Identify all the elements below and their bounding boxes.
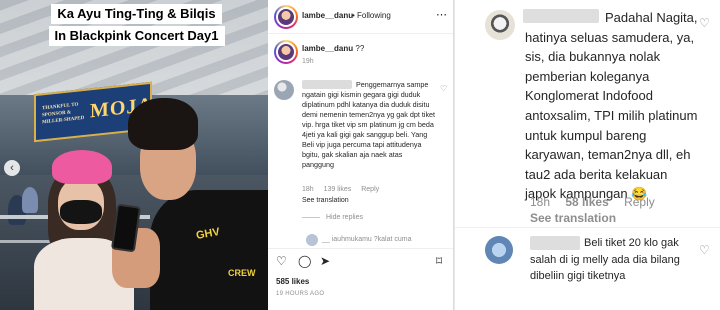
hide-replies-label: Hide replies: [326, 214, 363, 221]
comment-text: Penggemarnya sampe ngatain gigi kismin g…: [302, 80, 436, 169]
shirt-text: CREW: [228, 268, 256, 278]
post-username[interactable]: lambe__danu: [302, 11, 353, 20]
likes-count[interactable]: 585 likes: [276, 277, 309, 286]
avatar[interactable]: [274, 5, 298, 29]
person-hair: [128, 98, 198, 150]
divider: [455, 227, 720, 228]
zoom-comment-time: 18h: [530, 195, 551, 209]
hide-replies-button[interactable]: Hide replies: [302, 214, 363, 221]
post-time-ago: 19 HOURS AGO: [276, 291, 325, 297]
caption-time: 19h: [302, 58, 314, 65]
caption-text: ??: [355, 44, 365, 53]
zoom-comment-text: Padahal Nagita, hatinya seluas samudera,…: [525, 10, 698, 202]
comments-pane: lambe__danu • Following ⋯ lambe__danu ??…: [268, 0, 454, 310]
heart-icon[interactable]: ♡: [440, 84, 447, 93]
commenter-avatar[interactable]: [485, 10, 515, 40]
caption: lambe__danu ??: [302, 44, 364, 53]
post-actions: ♡ ◯ ➤ ⌑ 585 likes 19 HOURS AGO: [268, 248, 453, 310]
see-translation-link[interactable]: See translation: [302, 197, 349, 204]
zoomed-comments: Padahal Nagita, hatinya seluas samudera,…: [455, 0, 720, 310]
video-title-line2: In Blackpink Concert Day1: [48, 26, 225, 46]
heart-icon[interactable]: ♡: [699, 16, 710, 30]
divider-line: [302, 216, 320, 218]
previous-arrow-icon[interactable]: ‹: [4, 160, 20, 176]
comment-time: 18h: [302, 186, 314, 193]
more-options-icon[interactable]: ⋯: [436, 8, 448, 21]
zoom-comment-meta: 18h 58 likes Reply: [530, 195, 667, 209]
zoom-see-translation-link[interactable]: See translation: [530, 211, 616, 225]
share-icon[interactable]: ➤: [320, 255, 330, 267]
heart-icon[interactable]: ♡: [276, 255, 287, 267]
comment-meta: 18h 139 likes Reply: [302, 186, 387, 193]
face-mask: [60, 200, 102, 224]
comment-likes[interactable]: 139 likes: [324, 186, 352, 193]
reply-button[interactable]: Reply: [361, 186, 379, 193]
video-title: Ka Ayu Ting-Ting & Bilqis In Blackpink C…: [44, 4, 229, 48]
pink-hat: [52, 150, 112, 184]
caption-username[interactable]: lambe__danu: [302, 44, 353, 53]
zoom-comment-likes[interactable]: 58 likes: [565, 195, 608, 209]
following-label[interactable]: • Following: [352, 11, 391, 20]
venue-sign-small-text: THANKFUL TO SPONSOR & MILLER-SHAPED: [42, 102, 85, 126]
reply-avatar[interactable]: [306, 234, 318, 246]
zoom-comment2-text: Beli tiket 20 klo gak salah di ig melly …: [530, 237, 680, 282]
post-media[interactable]: THANKFUL TO SPONSOR & MILLER-SHAPED MOJA…: [0, 0, 268, 310]
partial-reply-text: __ iauhmukamu ?kalat cuma: [322, 236, 412, 243]
comment-icon[interactable]: ◯: [298, 255, 311, 267]
caption-avatar[interactable]: [274, 40, 298, 64]
commenter-avatar[interactable]: [485, 236, 513, 264]
heart-icon[interactable]: ♡: [699, 243, 710, 257]
post-header: lambe__danu • Following ⋯: [268, 0, 453, 34]
zoom-reply-button[interactable]: Reply: [624, 195, 655, 209]
bookmark-icon[interactable]: ⌑: [436, 255, 442, 267]
video-title-line1: Ka Ayu Ting-Ting & Bilqis: [51, 4, 222, 24]
commenter-avatar[interactable]: [274, 80, 294, 100]
person-body: [150, 190, 268, 310]
